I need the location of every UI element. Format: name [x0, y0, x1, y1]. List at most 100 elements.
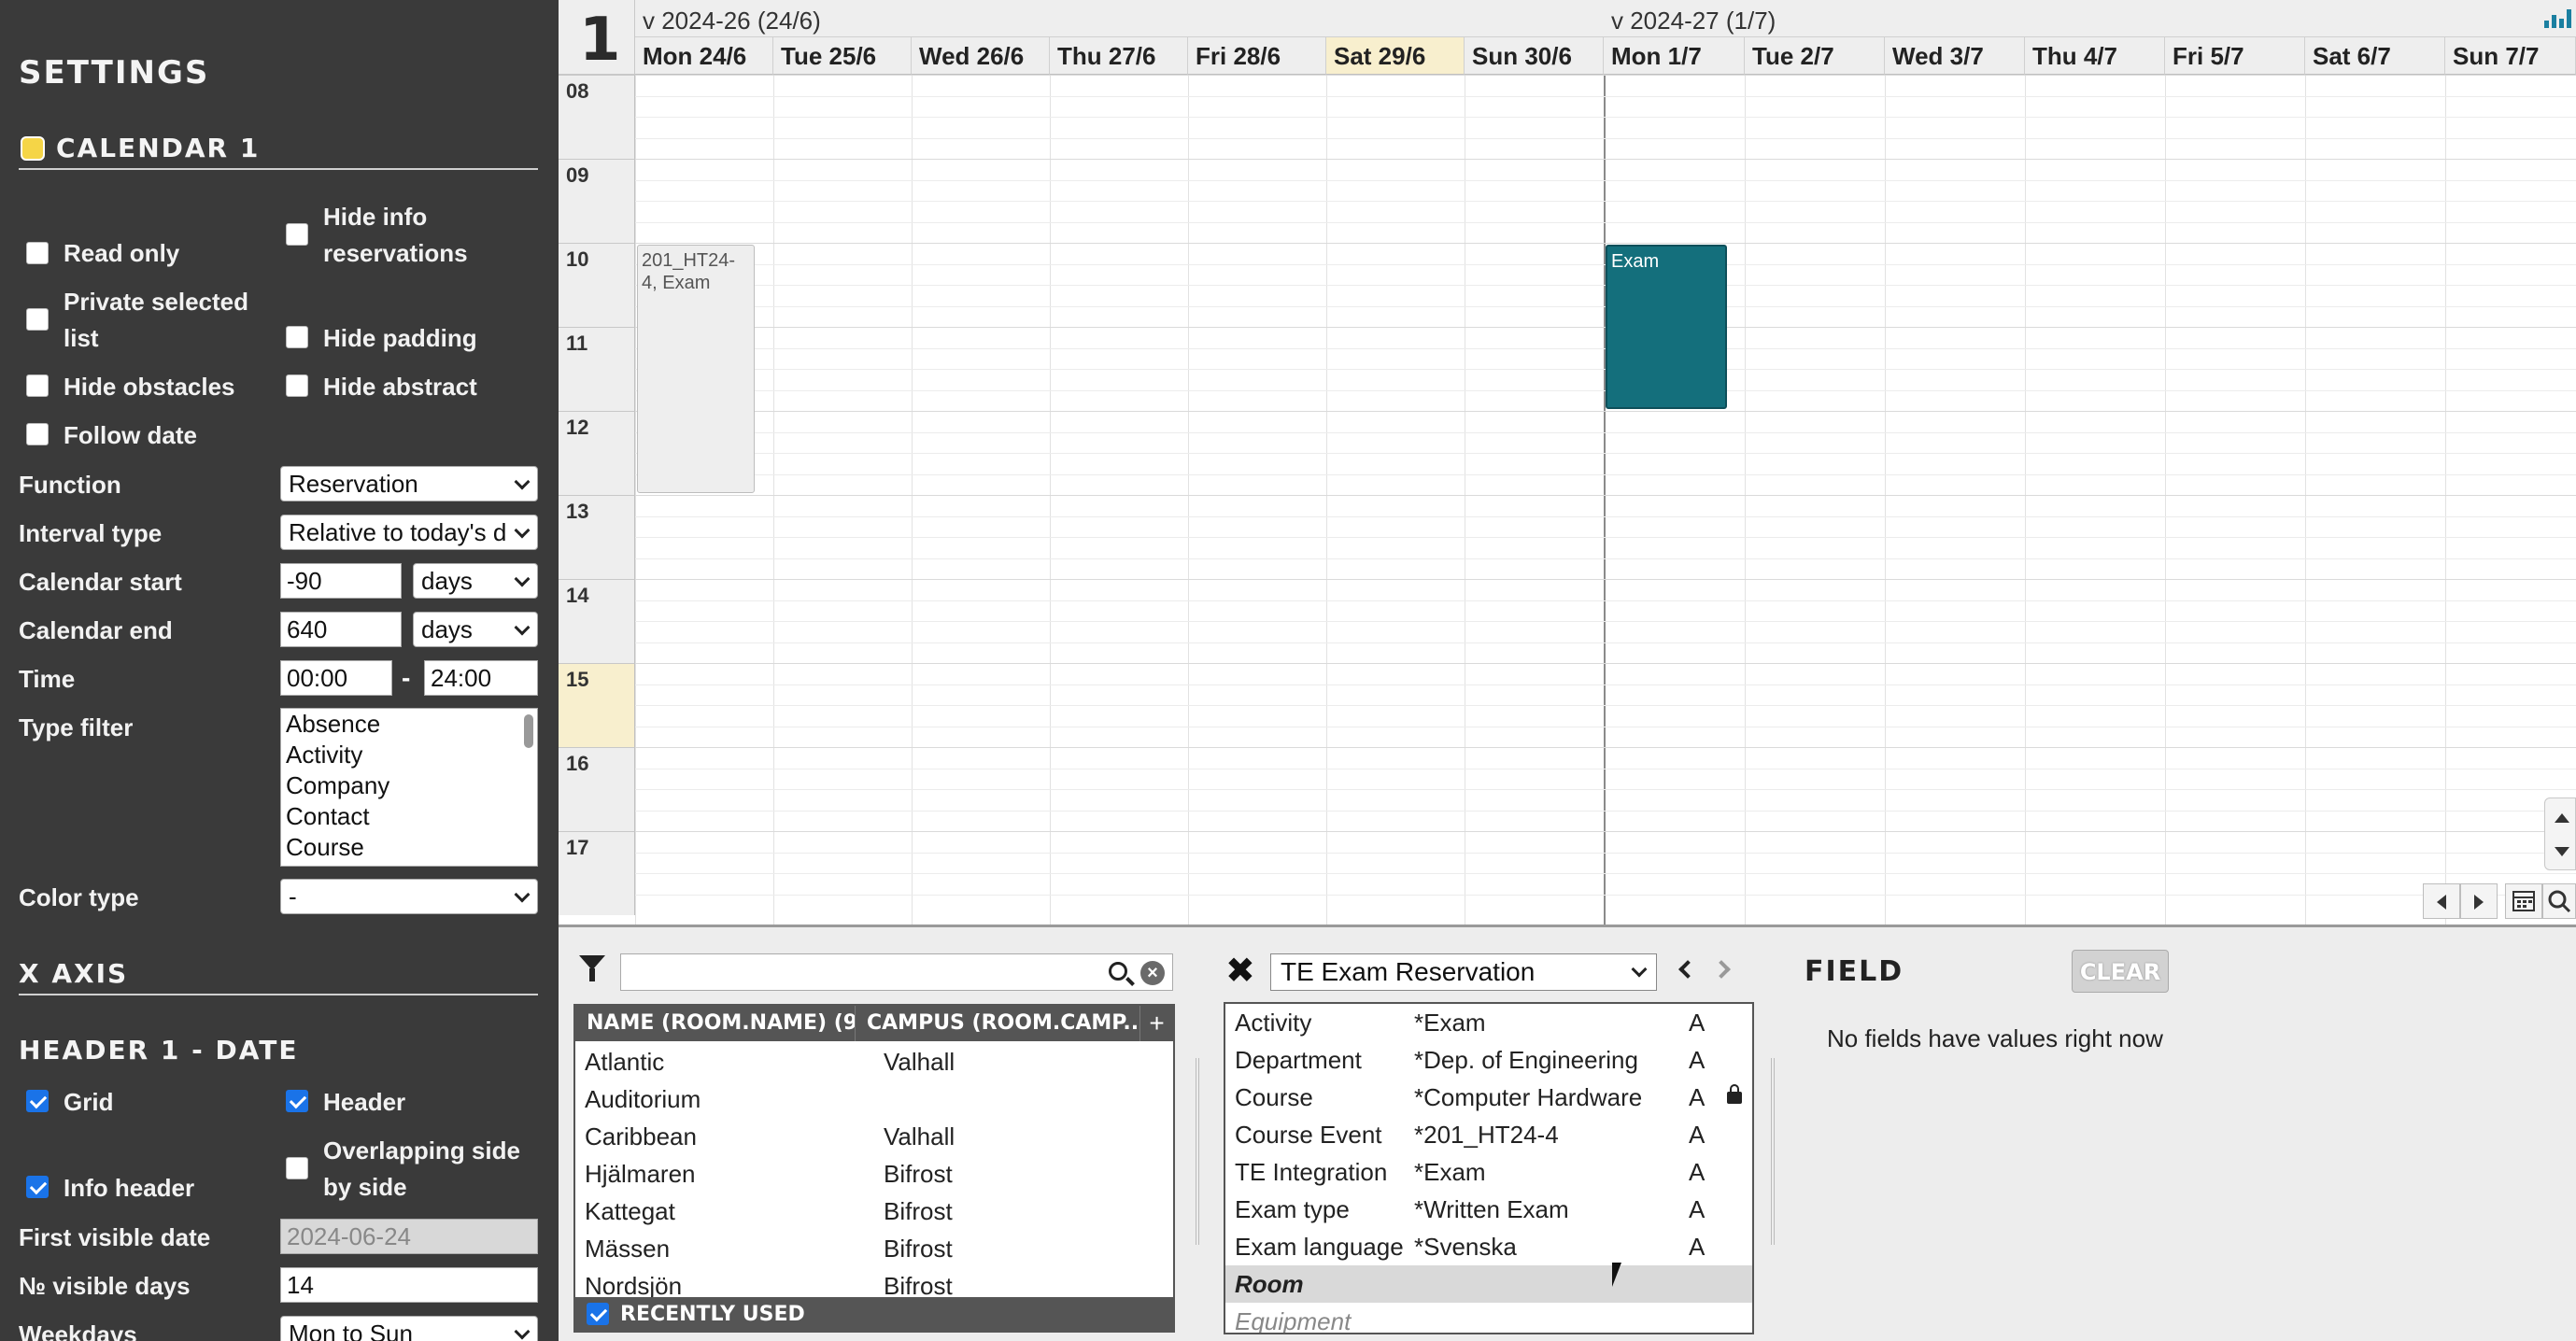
- date-picker-button[interactable]: [2505, 883, 2542, 919]
- read-only-checkbox[interactable]: [26, 242, 49, 264]
- reservation-field-row[interactable]: TE Integration *Exam A: [1225, 1153, 1752, 1191]
- object-list-table[interactable]: NAME (ROOM.NAME) (9) CAMPUS (ROOM.CAMP..…: [573, 1004, 1175, 1325]
- hide-obstacles-checkbox[interactable]: [26, 374, 49, 397]
- reservation-field-row[interactable]: Course Event *201_HT24-4 A: [1225, 1116, 1752, 1153]
- day-header[interactable]: Sat 29/6: [1326, 37, 1465, 75]
- object-campus-cell[interactable]: Valhall: [884, 1043, 955, 1080]
- reservation-field-row[interactable]: Course *Computer Hardware A: [1225, 1079, 1752, 1116]
- hour-label: 12: [559, 411, 635, 495]
- next-period-button[interactable]: [2460, 883, 2498, 919]
- hide-info-checkbox[interactable]: [286, 223, 308, 246]
- panel-splitter[interactable]: [1771, 1058, 1775, 1245]
- recently-used-bar[interactable]: RECENTLY USED: [573, 1297, 1175, 1333]
- time-to-input[interactable]: 24:00: [424, 660, 538, 696]
- panel-splitter[interactable]: [1196, 1058, 1199, 1245]
- reservation-field-row-equipment[interactable]: Equipment: [1225, 1303, 1752, 1333]
- private-list-checkbox[interactable]: [26, 308, 49, 331]
- object-name-cell[interactable]: Caribbean: [585, 1118, 697, 1155]
- hide-padding-checkbox[interactable]: [286, 326, 308, 348]
- type-filter-option[interactable]: Absence: [281, 709, 537, 740]
- object-campus-cell[interactable]: Bifrost: [884, 1193, 953, 1230]
- reservation-field-row[interactable]: Exam language *Svenska A: [1225, 1228, 1752, 1265]
- day-header[interactable]: Mon 1/7: [1604, 37, 1745, 75]
- listbox-scrollbar[interactable]: [524, 714, 533, 748]
- type-filter-option[interactable]: Course: [281, 832, 537, 863]
- day-header[interactable]: Sun 30/6: [1465, 37, 1604, 75]
- reservation-event[interactable]: 201_HT24-4, Exam: [637, 245, 755, 493]
- hide-abstract-checkbox[interactable]: [286, 374, 308, 397]
- object-name-cell[interactable]: Mässen: [585, 1230, 670, 1267]
- type-filter-option[interactable]: Contact: [281, 801, 537, 832]
- close-reservation-icon[interactable]: ✖: [1225, 950, 1255, 992]
- day-header[interactable]: Sat 6/7: [2305, 37, 2445, 75]
- day-header[interactable]: Tue 2/7: [1745, 37, 1885, 75]
- color-type-select[interactable]: -: [280, 879, 538, 914]
- reservation-event[interactable]: Exam: [1606, 245, 1727, 409]
- vertical-scroll-buttons[interactable]: [2544, 798, 2576, 870]
- weekdays-select[interactable]: Mon to Sun: [280, 1316, 538, 1341]
- info-header-checkbox[interactable]: [26, 1176, 49, 1198]
- time-from-input[interactable]: 00:00: [280, 660, 392, 696]
- function-select[interactable]: Reservation: [280, 466, 538, 501]
- day-header[interactable]: Sun 7/7: [2445, 37, 2576, 75]
- clear-search-icon[interactable]: ×: [1140, 961, 1165, 985]
- type-filter-option[interactable]: Activity: [281, 740, 537, 770]
- day-header[interactable]: Fri 5/7: [2165, 37, 2305, 75]
- object-campus-cell[interactable]: Bifrost: [884, 1155, 953, 1193]
- object-name-cell[interactable]: Auditorium: [585, 1080, 701, 1118]
- calendar-start-unit-select[interactable]: days: [413, 563, 538, 599]
- day-header[interactable]: Wed 26/6: [912, 37, 1050, 75]
- calendar-start-input[interactable]: -90: [280, 563, 402, 599]
- day-header[interactable]: Fri 28/6: [1188, 37, 1326, 75]
- next-reservation-icon[interactable]: [1712, 960, 1731, 979]
- filter-icon[interactable]: [579, 955, 605, 981]
- day-header[interactable]: Mon 24/6: [635, 37, 773, 75]
- reservation-field-row[interactable]: Exam type *Written Exam A: [1225, 1191, 1752, 1228]
- calendar-color-swatch[interactable]: [21, 136, 45, 161]
- day-header[interactable]: Tue 25/6: [773, 37, 912, 75]
- day-header[interactable]: Wed 3/7: [1885, 37, 2025, 75]
- type-filter-option[interactable]: Company: [281, 770, 537, 801]
- arrow-right-icon: [2474, 895, 2484, 910]
- object-campus-cell[interactable]: Valhall: [884, 1118, 955, 1155]
- calendar-title: CALENDAR 1: [56, 133, 261, 163]
- object-campus-cell[interactable]: Bifrost: [884, 1230, 953, 1267]
- follow-date-checkbox[interactable]: [26, 423, 49, 445]
- day-header[interactable]: Thu 27/6: [1050, 37, 1188, 75]
- interval-type-select[interactable]: Relative to today's d: [280, 515, 538, 550]
- overlapping-checkbox[interactable]: [286, 1157, 308, 1179]
- day-header[interactable]: Thu 4/7: [2025, 37, 2165, 75]
- column-header-name[interactable]: NAME (ROOM.NAME) (9): [575, 1006, 856, 1041]
- column-header-campus[interactable]: CAMPUS (ROOM.CAMP...: [856, 1006, 1141, 1041]
- recently-used-checkbox[interactable]: [587, 1303, 609, 1325]
- calendar-end-input[interactable]: 640: [280, 612, 402, 647]
- object-name-cell[interactable]: Atlantic: [585, 1043, 664, 1080]
- header-checkbox[interactable]: [286, 1090, 308, 1112]
- object-name-cell[interactable]: Kattegat: [585, 1193, 675, 1230]
- clear-button[interactable]: CLEAR: [2072, 950, 2169, 993]
- follow-date-label: Follow date: [64, 421, 197, 449]
- add-column-button[interactable]: +: [1139, 1006, 1173, 1041]
- reservation-field-row[interactable]: Department *Dep. of Engineering A: [1225, 1041, 1752, 1079]
- reservation-field-row[interactable]: Activity *Exam A: [1225, 1004, 1752, 1041]
- field-flag: A: [1689, 1046, 1706, 1074]
- object-name-cell[interactable]: Hjälmaren: [585, 1155, 696, 1193]
- scroll-down-icon[interactable]: [2555, 847, 2569, 856]
- prev-period-button[interactable]: [2423, 883, 2460, 919]
- first-visible-date-input[interactable]: 2024-06-24: [280, 1219, 538, 1254]
- type-filter-listbox[interactable]: Absence Activity Company Contact Course: [280, 708, 538, 867]
- visible-days-input[interactable]: 14: [280, 1267, 538, 1303]
- reservation-fields-list[interactable]: Activity *Exam A Department *Dep. of Enginee…: [1224, 1002, 1754, 1334]
- zoom-button[interactable]: [2542, 883, 2576, 919]
- calendar-view[interactable]: 1 v 2024-26 (24/6) v 2024-27 (1/7) Mon 2…: [559, 0, 2576, 925]
- day-column-line: [1188, 75, 1189, 925]
- grid-checkbox[interactable]: [26, 1090, 49, 1112]
- scroll-up-icon[interactable]: [2555, 813, 2569, 823]
- search-icon[interactable]: [1109, 962, 1127, 981]
- previous-reservation-icon[interactable]: [1678, 960, 1697, 979]
- bar-chart-icon[interactable]: [2544, 7, 2571, 28]
- calendar-end-unit-select[interactable]: days: [413, 612, 538, 647]
- reservation-type-select[interactable]: TE Exam Reservation: [1270, 953, 1657, 991]
- object-search-input[interactable]: ×: [620, 953, 1173, 991]
- reservation-field-row-room[interactable]: Room: [1225, 1265, 1752, 1303]
